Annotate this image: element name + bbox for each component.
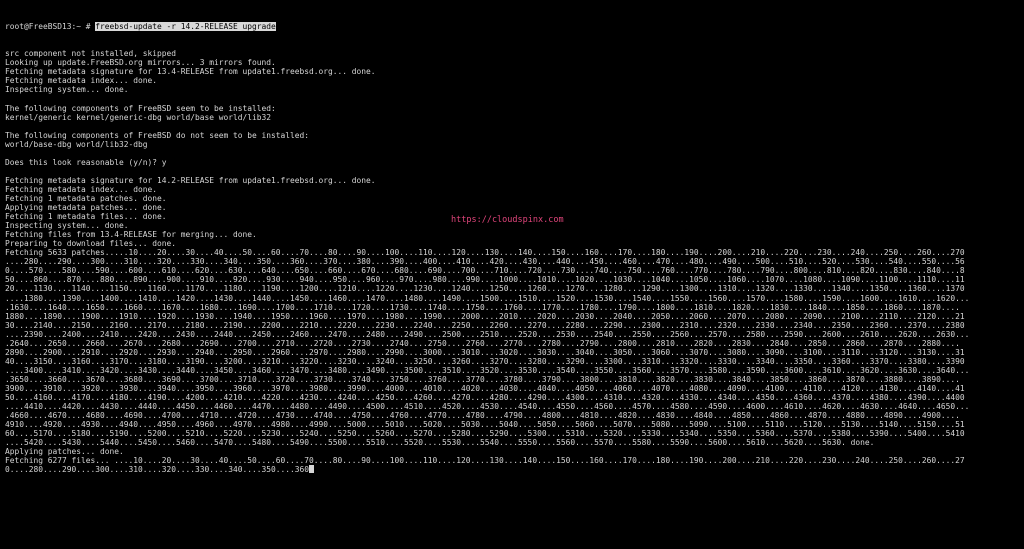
output-line: kernel/generic kernel/generic-dbg world/…	[5, 112, 272, 122]
output-line: Fetching metadata index... done.	[5, 76, 158, 86]
output-line: Inspecting system... done.	[5, 85, 129, 95]
output-line: ....3400....3410....3420....3430....3440…	[5, 365, 970, 375]
output-line: The following components of FreeBSD seem…	[5, 103, 276, 113]
watermark-text: https://cloudspinx.com	[451, 215, 564, 225]
output-line: Preparing to download files... done.	[5, 239, 177, 249]
output-line: Applying patches... done.	[5, 447, 124, 457]
prompt-line: root@FreeBSD13:~ # freebsd-update -r 14.…	[5, 22, 1021, 32]
output-line: 60....5170....5180....5190....5200....52…	[5, 429, 965, 439]
terminal-output: root@FreeBSD13:~ # freebsd-update -r 14.…	[5, 4, 1021, 493]
output-line: .3650....3660....3670....3680....3690...…	[5, 374, 960, 384]
output-line: src component not installed, skipped	[5, 49, 177, 59]
output-line: 30....2140....2150....2160....2170....21…	[5, 320, 965, 330]
output-line: Fetching metadata signature for 14.2-REL…	[5, 175, 376, 185]
shell-prompt: root@FreeBSD13:~ #	[5, 22, 96, 32]
output-line: Does this look reasonable (y/n)? y	[5, 157, 167, 167]
output-line: .4660....4670....4680....4690....4700...…	[5, 411, 960, 421]
text-cursor	[309, 465, 315, 474]
output-line: .1630....1640....1650....1660....1670...…	[5, 302, 960, 312]
output-line: ....5420....5430....5440....5450....5460…	[5, 438, 875, 448]
output-line: The following components of FreeBSD do n…	[5, 130, 310, 140]
output-line: 50....860....870....880....890....900...…	[5, 275, 965, 285]
output-line: 0....570....580....590....600....610....…	[5, 266, 965, 276]
terminal-window[interactable]: root@FreeBSD13:~ # freebsd-update -r 14.…	[0, 0, 1024, 549]
output-line: Fetching 6277 files... ....10....20....3…	[5, 456, 965, 466]
output-line: Fetching files from 13.4-RELEASE for mer…	[5, 230, 257, 240]
output-line: ....2390....2400....2410....2420....2430…	[5, 329, 970, 339]
output-line: Fetching 5633 patches.....10....20....30…	[5, 248, 965, 258]
output-lines: src component not installed, skipped Look…	[5, 49, 1021, 474]
output-line: world/base-dbg world/lib32-dbg	[5, 139, 148, 149]
output-line: Fetching metadata index... done.	[5, 184, 158, 194]
output-line: 2890....2900....2910....2920....2930....…	[5, 347, 965, 357]
output-line: Fetching 1 metadata patches. done.	[5, 193, 167, 203]
output-line: Looking up update.FreeBSD.org mirrors...…	[5, 58, 276, 68]
output-line: .2640....2650....2660....2670....2680...…	[5, 338, 960, 348]
output-line: 1880....1890....1900....1910....1920....…	[5, 311, 965, 321]
output-line: ....1380....1390....1400....1410....1420…	[5, 293, 970, 303]
command-text: freebsd-update -r 14.2-RELEASE upgrade	[95, 22, 276, 32]
output-line: 40....3150....3160....3170....3180....31…	[5, 356, 965, 366]
output-line: ....4410....4420....4430....4440....4450…	[5, 402, 970, 412]
output-line: Applying metadata patches... done.	[5, 203, 167, 213]
output-line: ....280....290....300....310....320....3…	[5, 257, 965, 267]
output-line: 0....280....290....300....310....320....…	[5, 465, 1021, 474]
output-line: 4910....4920....4930....4940....4950....…	[5, 420, 965, 430]
output-line: Fetching metadata signature for 13.4-REL…	[5, 67, 376, 77]
output-line: 50....4160....4170....4180....4190....42…	[5, 393, 965, 403]
output-line: 3900....3910....3920....3930....3940....…	[5, 383, 965, 393]
output-line: 20....1130....1140....1150....1160....11…	[5, 284, 965, 294]
